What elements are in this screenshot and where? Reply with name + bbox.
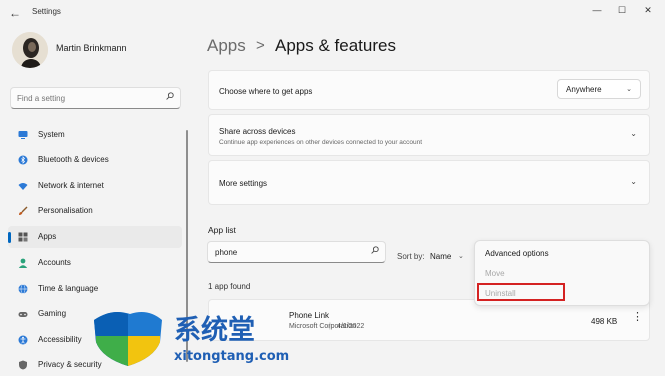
svg-text:系统堂: 系统堂 (174, 314, 255, 346)
share-across-devices-description: Continue app experiences on other device… (219, 139, 423, 146)
share-across-devices-card[interactable]: Share across devices Continue app experi… (208, 114, 650, 156)
sidebar-item-label: Accounts (38, 258, 71, 267)
choose-where-dropdown[interactable]: Anywhere ⌄ (557, 79, 641, 99)
back-arrow-icon: ← (9, 6, 21, 20)
brush-icon (19, 206, 28, 215)
close-button[interactable]: ✕ (636, 3, 660, 17)
sidebar-item-label: Bluetooth & devices (38, 155, 109, 164)
chevron-down-icon: ⌄ (626, 86, 632, 93)
system-icon (18, 131, 28, 139)
sidebar-item-apps[interactable]: Apps (8, 226, 182, 248)
app-list-search-box[interactable] (207, 241, 386, 263)
share-across-devices-label: Share across devices (219, 127, 296, 136)
meta-separator: | (329, 323, 331, 330)
more-settings-card[interactable]: More settings ⌄ (208, 160, 650, 205)
sidebar-item-label: Accessibility (38, 335, 82, 344)
watermark-logo: 系统堂 xitongtang.com (94, 312, 289, 366)
search-icon (166, 92, 174, 102)
menu-item-move[interactable]: Move (485, 269, 505, 278)
sidebar-item-label: Time & language (38, 284, 99, 293)
sidebar-item-personalisation[interactable]: Personalisation (8, 200, 182, 222)
app-list-heading: App list (208, 225, 236, 235)
sort-by-dropdown[interactable]: Name (430, 252, 451, 261)
app-list-search-input[interactable] (215, 246, 355, 259)
chevron-down-icon: ⌄ (630, 129, 637, 138)
sidebar-item-label: Network & internet (38, 181, 104, 190)
chevron-down-icon[interactable]: ⌄ (458, 252, 464, 260)
dropdown-value: Anywhere (566, 85, 602, 94)
app-size: 498 KB (591, 317, 618, 326)
window-title: Settings (32, 7, 61, 16)
uninstall-highlight-box (477, 283, 565, 301)
sidebar-item-network[interactable]: Network & internet (8, 175, 182, 197)
menu-item-advanced-options[interactable]: Advanced options (485, 249, 549, 258)
sidebar-item-bluetooth[interactable]: Bluetooth & devices (8, 149, 182, 171)
wifi-icon (18, 183, 28, 190)
profile-picture (12, 32, 48, 68)
app-install-date: 4/1/2022 (337, 323, 365, 330)
gamepad-icon (18, 312, 28, 317)
accessibility-icon (18, 335, 28, 345)
user-name: Martin Brinkmann (56, 43, 127, 53)
sidebar-item-time-language[interactable]: Time & language (8, 278, 182, 300)
person-icon (18, 258, 28, 268)
sidebar-item-label: Personalisation (38, 206, 93, 215)
avatar[interactable] (12, 32, 48, 68)
more-options-icon[interactable]: ⋮ (632, 312, 643, 323)
selection-indicator (8, 232, 11, 243)
sidebar-item-accounts[interactable]: Accounts (8, 252, 182, 274)
title-bar: ← Settings — ☐ ✕ (0, 0, 665, 26)
apps-found-count: 1 app found (208, 282, 251, 291)
page-title: Apps & features (275, 36, 396, 55)
breadcrumb-apps[interactable]: Apps (207, 36, 246, 56)
choose-where-label: Choose where to get apps (219, 87, 313, 96)
more-settings-label: More settings (219, 179, 268, 188)
globe-icon (18, 284, 28, 294)
chevron-down-icon: ⌄ (630, 177, 637, 186)
watermark: 系统堂 xitongtang.com (90, 306, 300, 368)
breadcrumb-separator: > (256, 37, 265, 54)
svg-text:xitongtang.com: xitongtang.com (174, 349, 289, 364)
sidebar-item-label: Apps (38, 232, 57, 241)
find-setting-box[interactable] (10, 87, 181, 109)
sidebar-item-system[interactable]: System (8, 124, 182, 146)
maximize-button[interactable]: ☐ (610, 3, 634, 17)
sidebar-item-label: Gaming (38, 309, 67, 318)
apps-icon (18, 232, 28, 242)
choose-where-card: Choose where to get apps Anywhere ⌄ (208, 70, 650, 110)
sort-by-label: Sort by: (397, 252, 425, 261)
find-setting-input[interactable] (17, 91, 157, 105)
search-icon (371, 246, 379, 256)
sidebar-item-label: System (38, 130, 65, 139)
shield-icon (19, 360, 27, 370)
back-button[interactable]: ← (6, 5, 24, 21)
minimize-button[interactable]: — (585, 3, 609, 17)
bluetooth-icon (18, 155, 28, 165)
